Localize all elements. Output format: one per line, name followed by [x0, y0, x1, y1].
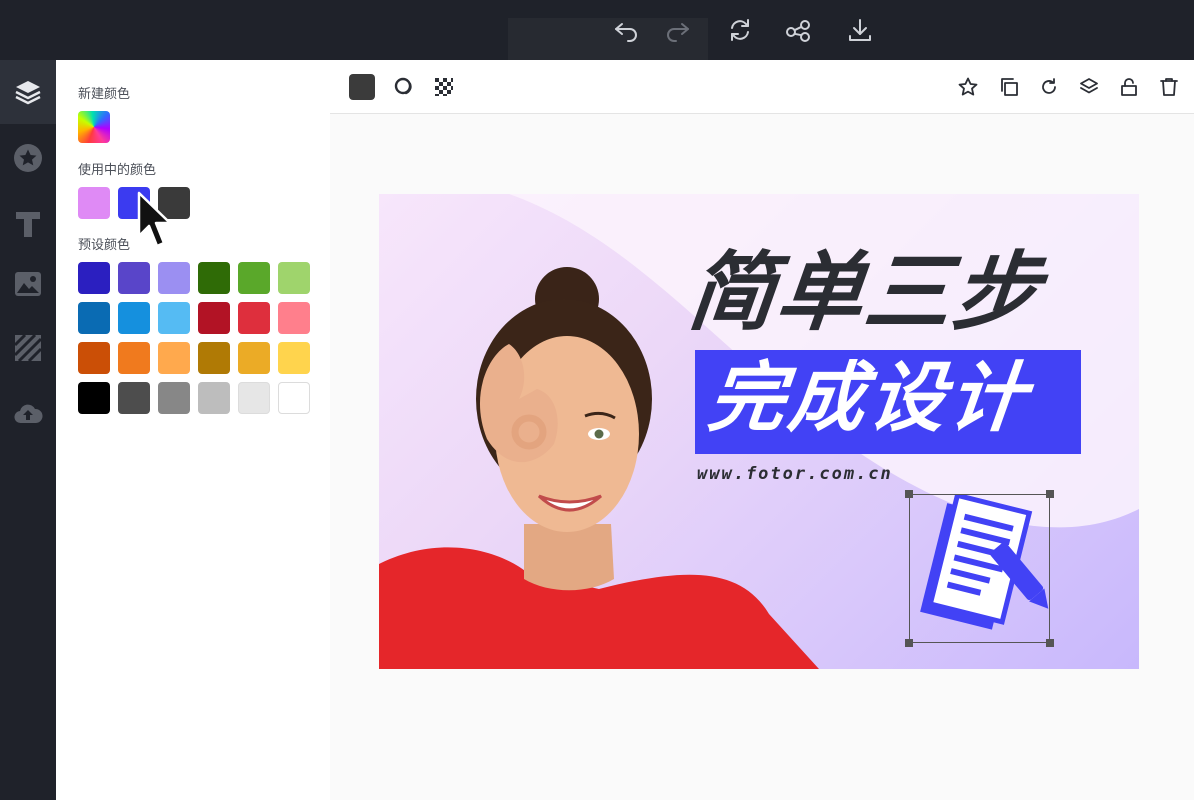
preset-color-swatch[interactable] — [238, 262, 270, 294]
preset-color-swatch[interactable] — [198, 262, 230, 294]
duplicate-icon — [1001, 78, 1018, 96]
preset-color-swatch[interactable] — [78, 342, 110, 374]
design-url[interactable]: www.fotor.com.cn — [697, 464, 893, 484]
fill-color-button[interactable] — [348, 73, 376, 101]
preset-color-swatch[interactable] — [198, 382, 230, 414]
resize-handle-bottom-right[interactable] — [1046, 639, 1054, 647]
share-icon — [786, 20, 810, 42]
preset-color-swatch[interactable] — [118, 382, 150, 414]
background-icon — [13, 333, 43, 363]
selection-box[interactable] — [905, 490, 1054, 647]
undo-icon — [615, 23, 637, 42]
color-panel: 新建颜色 使用中的颜色 预设颜色 — [56, 60, 330, 800]
in-use-color-swatch[interactable] — [158, 187, 190, 219]
preset-color-swatch[interactable] — [198, 342, 230, 374]
preset-color-swatch[interactable] — [158, 342, 190, 374]
preset-color-swatch[interactable] — [278, 302, 310, 334]
preset-color-swatch[interactable] — [158, 382, 190, 414]
favorite-icon — [958, 77, 978, 96]
in-use-colors-label: 使用中的颜色 — [78, 163, 157, 178]
design-title[interactable]: 简单三步 — [684, 243, 1047, 343]
preset-color-swatch[interactable] — [238, 342, 270, 374]
rotate-icon — [1042, 78, 1056, 94]
resize-handle-bottom-left[interactable] — [905, 639, 913, 647]
star-icon — [14, 144, 42, 172]
blend-icon — [394, 77, 412, 95]
preset-color-swatch[interactable] — [78, 262, 110, 294]
design-subtitle[interactable]: 完成设计 — [704, 353, 1033, 442]
preset-color-swatch[interactable] — [278, 262, 310, 294]
preset-color-swatch[interactable] — [158, 262, 190, 294]
design-canvas[interactable]: 简单三步 完成设计 www.fotor.com.cn — [379, 194, 1139, 669]
delete-icon — [1160, 78, 1178, 96]
lock-button[interactable] — [1115, 73, 1143, 101]
preset-color-swatch[interactable] — [158, 302, 190, 334]
rotate-button[interactable] — [1035, 73, 1063, 101]
new-color-label: 新建颜色 — [78, 87, 131, 102]
preset-color-swatch[interactable] — [78, 382, 110, 414]
download-button[interactable] — [844, 14, 876, 46]
download-icon — [849, 19, 871, 41]
sidebar-item-layers[interactable] — [0, 60, 56, 124]
preset-color-swatch[interactable] — [118, 342, 150, 374]
transparency-icon — [435, 78, 453, 96]
blend-button[interactable] — [390, 73, 418, 101]
layer-order-button[interactable] — [1075, 73, 1103, 101]
redo-icon — [667, 23, 689, 42]
sidebar-item-text[interactable] — [0, 192, 56, 256]
duplicate-button[interactable] — [995, 73, 1023, 101]
in-use-color-swatch[interactable] — [78, 187, 110, 219]
new-color-button[interactable] — [78, 111, 110, 143]
preset-color-swatch[interactable] — [238, 302, 270, 334]
preset-color-swatch[interactable] — [198, 302, 230, 334]
fill-color-square — [349, 74, 375, 100]
preset-color-swatch[interactable] — [78, 302, 110, 334]
sidebar-item-favorites[interactable] — [0, 126, 56, 190]
lock-icon — [1121, 78, 1137, 96]
sidebar-item-upload[interactable] — [0, 382, 56, 446]
document-pencil-icon — [920, 492, 1049, 630]
resize-handle-top-left[interactable] — [905, 490, 913, 498]
preset-color-swatch[interactable] — [118, 262, 150, 294]
share-button[interactable] — [782, 14, 814, 46]
preset-color-swatch[interactable] — [238, 382, 270, 414]
refresh-button[interactable] — [724, 14, 756, 46]
canvas-toolbar — [330, 60, 1194, 114]
top-toolbar — [0, 0, 1194, 60]
upload-icon — [14, 404, 43, 424]
layers-icon — [15, 81, 41, 105]
resize-handle-top-right[interactable] — [1046, 490, 1054, 498]
sidebar-item-image[interactable] — [0, 252, 56, 316]
preset-color-swatch[interactable] — [278, 382, 310, 414]
preset-colors-label: 预设颜色 — [78, 238, 131, 253]
transparency-button[interactable] — [430, 73, 458, 101]
preset-color-swatch[interactable] — [118, 302, 150, 334]
sidebar-item-background[interactable] — [0, 316, 56, 380]
image-icon — [15, 272, 41, 296]
text-icon — [16, 212, 40, 237]
layer-order-icon — [1080, 78, 1098, 94]
refresh-icon — [731, 19, 749, 41]
redo-button[interactable] — [662, 14, 694, 46]
favorite-button[interactable] — [954, 73, 982, 101]
left-sidebar — [0, 60, 56, 800]
preset-color-swatch[interactable] — [278, 342, 310, 374]
undo-button[interactable] — [610, 14, 642, 46]
in-use-color-swatch[interactable] — [118, 187, 150, 219]
delete-button[interactable] — [1155, 73, 1183, 101]
